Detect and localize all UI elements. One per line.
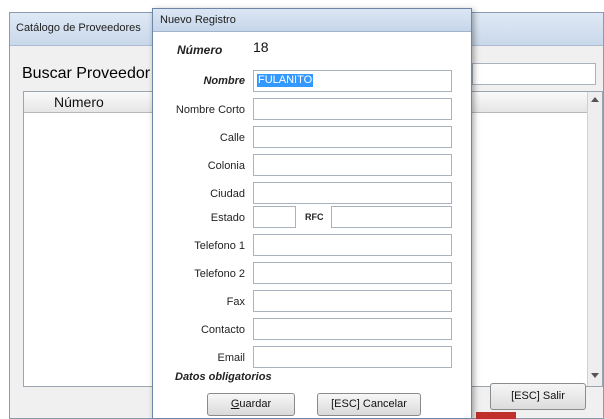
numero-value: 18 (253, 39, 269, 55)
nuevo-registro-dialog: Nuevo Registro Número 18 Nombre FULANITO… (152, 8, 472, 419)
contacto-field[interactable] (253, 318, 452, 340)
ciudad-field[interactable] (253, 182, 452, 204)
required-fields-note: Datos obligatorios (175, 371, 272, 383)
email-label: Email (217, 352, 245, 364)
nombre-corto-field[interactable] (253, 98, 452, 120)
fax-field[interactable] (253, 290, 452, 312)
nombre-corto-label: Nombre Corto (175, 104, 245, 116)
rfc-field[interactable] (331, 206, 452, 228)
colonia-label: Colonia (207, 160, 245, 172)
exit-button[interactable]: [ESC] Salir (490, 383, 586, 410)
save-button-label: uardar (239, 398, 272, 410)
scroll-down-arrow-icon[interactable] (591, 373, 599, 378)
column-header-numero[interactable]: Número (54, 94, 104, 110)
estado-field[interactable] (253, 206, 296, 228)
estado-label: Estado (210, 212, 245, 224)
save-button[interactable]: Guardar (207, 393, 295, 416)
calle-label: Calle (219, 132, 245, 144)
colonia-field[interactable] (253, 154, 452, 176)
telefono-2-field[interactable] (253, 262, 452, 284)
background-window-title: Catálogo de Proveedores (16, 22, 141, 34)
cancel-button[interactable]: [ESC] Cancelar (317, 393, 421, 416)
calle-field[interactable] (253, 126, 452, 148)
nombre-selected-text: FULANITO (257, 74, 314, 87)
nombre-label: Nombre (203, 75, 245, 87)
scroll-up-arrow-icon[interactable] (591, 97, 599, 102)
fax-label: Fax (226, 296, 245, 308)
numero-label: Número (177, 43, 223, 57)
rfc-label: RFC (305, 212, 324, 222)
nombre-field[interactable]: FULANITO (253, 70, 452, 92)
search-input[interactable] (472, 63, 596, 85)
ciudad-label: Ciudad (210, 188, 245, 200)
telefono-1-label: Telefono 1 (194, 240, 245, 252)
email-field[interactable] (253, 346, 452, 368)
dialog-title: Nuevo Registro (160, 14, 236, 26)
dialog-title-bar[interactable]: Nuevo Registro (153, 9, 471, 32)
contacto-label: Contacto (200, 324, 245, 336)
vertical-scrollbar[interactable] (587, 92, 602, 386)
red-decoration (476, 412, 516, 419)
telefono-1-field[interactable] (253, 234, 452, 256)
search-label: Buscar Proveedor (22, 65, 151, 82)
telefono-2-label: Telefono 2 (194, 268, 245, 280)
